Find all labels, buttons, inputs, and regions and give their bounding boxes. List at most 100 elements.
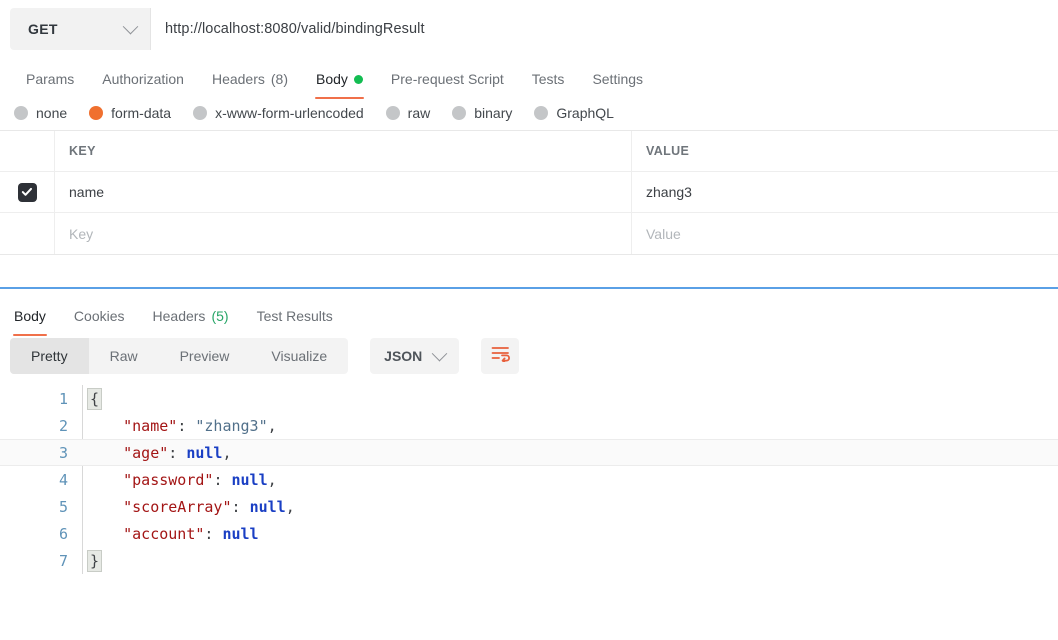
table-empty-row[interactable]: Key Value — [0, 213, 1058, 254]
response-tab-body[interactable]: Body — [0, 299, 60, 333]
line-number: 4 — [0, 471, 68, 489]
chevron-down-icon — [432, 345, 448, 361]
empty-row-key-input[interactable]: Key — [55, 213, 632, 254]
tab-params[interactable]: Params — [12, 62, 88, 96]
tab-authorization[interactable]: Authorization — [88, 62, 198, 96]
table-header-checkbox-cell — [0, 131, 55, 171]
tab-headers[interactable]: Headers (8) — [198, 62, 302, 96]
word-wrap-button[interactable] — [481, 338, 519, 374]
url-input[interactable]: http://localhost:8080/valid/bindingResul… — [150, 8, 1058, 50]
response-toolbar: PrettyRawPreviewVisualize JSON — [0, 333, 1058, 379]
code-line-text: "scoreArray": null, — [82, 498, 295, 516]
radio-icon — [193, 106, 207, 120]
body-type-form-data[interactable]: form-data — [89, 105, 171, 121]
radio-icon — [452, 106, 466, 120]
json-key: "password" — [123, 471, 213, 489]
code-line: 3 "age": null, — [0, 439, 1058, 466]
radio-icon — [14, 106, 28, 120]
column-header-value: VALUE — [632, 131, 1058, 171]
line-number: 3 — [0, 444, 68, 462]
code-line: 7} — [0, 547, 1058, 574]
code-line-text: "account": null — [82, 525, 259, 543]
tab-label: Params — [26, 71, 74, 87]
table-row[interactable]: name zhang3 — [0, 172, 1058, 213]
tab-count: (5) — [211, 308, 228, 324]
response-tab-headers[interactable]: Headers(5) — [139, 299, 243, 333]
line-number: 5 — [0, 498, 68, 516]
code-line: 2 "name": "zhang3", — [0, 412, 1058, 439]
view-mode-preview[interactable]: Preview — [159, 338, 251, 374]
json-null: null — [186, 444, 222, 462]
body-present-dot-icon — [354, 75, 363, 84]
body-type-label: none — [36, 105, 67, 121]
view-mode-raw[interactable]: Raw — [89, 338, 159, 374]
code-line: 5 "scoreArray": null, — [0, 493, 1058, 520]
line-number: 1 — [0, 390, 68, 408]
body-type-binary[interactable]: binary — [452, 105, 512, 121]
view-mode-visualize[interactable]: Visualize — [250, 338, 348, 374]
body-type-label: raw — [408, 105, 431, 121]
code-line-text: "name": "zhang3", — [82, 417, 277, 435]
tab-label: Body — [14, 308, 46, 324]
tab-label: Body — [316, 71, 348, 87]
body-type-x-www-form-urlencoded[interactable]: x-www-form-urlencoded — [193, 105, 364, 121]
empty-row-value-input[interactable]: Value — [632, 213, 1058, 254]
json-key: "age" — [123, 444, 168, 462]
body-type-graphql[interactable]: GraphQL — [534, 105, 614, 121]
table-header-row: KEY VALUE — [0, 131, 1058, 172]
tab-label: Cookies — [74, 308, 125, 324]
empty-row-checkbox-cell — [0, 213, 55, 254]
tab-label: Pre-request Script — [391, 71, 504, 87]
tab-pre-request-script[interactable]: Pre-request Script — [377, 62, 518, 96]
form-data-table: KEY VALUE name zhang3 Key Value — [0, 130, 1058, 255]
response-tab-cookies[interactable]: Cookies — [60, 299, 139, 333]
tab-label: Settings — [592, 71, 643, 87]
response-tabs: Body Cookies Headers(5) Test Results — [0, 289, 1058, 333]
json-null: null — [232, 471, 268, 489]
code-line-text: } — [82, 552, 102, 570]
active-tab-underline — [13, 334, 47, 337]
tab-tests[interactable]: Tests — [518, 62, 579, 96]
json-key: "account" — [123, 525, 204, 543]
tab-label: Test Results — [257, 308, 333, 324]
code-line-text: "age": null, — [82, 444, 232, 462]
row-checkbox-checked[interactable] — [18, 183, 37, 202]
body-type-label: x-www-form-urlencoded — [215, 105, 364, 121]
json-brace-open: { — [87, 388, 102, 410]
tab-settings[interactable]: Settings — [578, 62, 657, 96]
line-number: 2 — [0, 417, 68, 435]
url-bar: GET http://localhost:8080/valid/bindingR… — [0, 0, 1058, 58]
tab-label: Headers — [212, 71, 265, 87]
code-line: 4 "password": null, — [0, 466, 1058, 493]
tab-count: (8) — [271, 71, 288, 87]
response-body-viewer[interactable]: 1{2 "name": "zhang3",3 "age": null,4 "pa… — [0, 385, 1058, 574]
row-value-input[interactable]: zhang3 — [632, 172, 1058, 212]
tab-label: Tests — [532, 71, 565, 87]
row-key-input[interactable]: name — [55, 172, 632, 212]
chevron-down-icon — [123, 18, 139, 34]
response-format-selector[interactable]: JSON — [370, 338, 459, 374]
tab-body[interactable]: Body — [302, 62, 377, 96]
body-type-label: binary — [474, 105, 512, 121]
json-string: "zhang3" — [195, 417, 267, 435]
response-format-label: JSON — [384, 348, 422, 364]
column-header-key: KEY — [55, 131, 632, 171]
json-brace-close: } — [87, 550, 102, 572]
url-text: http://localhost:8080/valid/bindingResul… — [165, 21, 425, 37]
radio-icon — [89, 106, 103, 120]
view-mode-pretty[interactable]: Pretty — [10, 338, 89, 374]
line-number: 7 — [0, 552, 68, 570]
body-type-raw[interactable]: raw — [386, 105, 431, 121]
body-type-none[interactable]: none — [14, 105, 67, 121]
active-tab-underline — [315, 97, 364, 100]
radio-icon — [534, 106, 548, 120]
json-key: "scoreArray" — [123, 498, 231, 516]
response-view-mode-group: PrettyRawPreviewVisualize — [10, 338, 348, 374]
code-line-text: { — [82, 390, 102, 408]
word-wrap-icon — [491, 345, 510, 367]
body-type-radio-group: none form-data x-www-form-urlencoded raw bin… — [0, 96, 1058, 130]
radio-icon — [386, 106, 400, 120]
http-method-selector[interactable]: GET — [10, 8, 150, 50]
body-type-label: GraphQL — [556, 105, 614, 121]
response-tab-test-results[interactable]: Test Results — [243, 299, 347, 333]
